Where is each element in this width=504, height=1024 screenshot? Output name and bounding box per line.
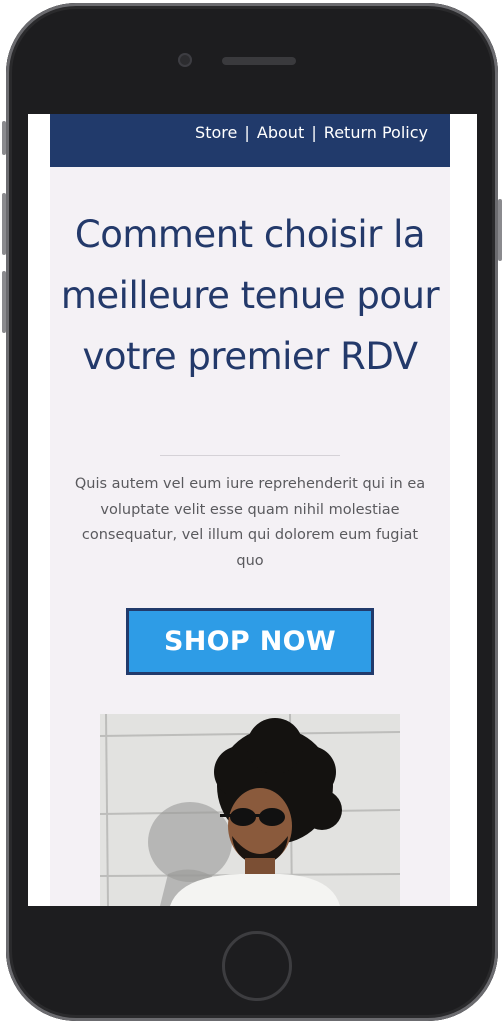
volume-up-button xyxy=(2,193,6,255)
nav-separator: | xyxy=(311,123,317,142)
power-button xyxy=(498,199,502,261)
nav-links: Store | About | Return Policy xyxy=(195,123,428,142)
phone-screen: Store | About | Return Policy Comment ch… xyxy=(28,114,477,906)
hero-photo-illustration xyxy=(100,714,400,906)
hero-photo xyxy=(100,714,400,906)
shop-now-button[interactable]: SHOP NOW xyxy=(126,608,374,675)
divider xyxy=(160,455,340,456)
front-camera xyxy=(178,53,192,67)
page-title: Comment choisir la meilleure tenue pour … xyxy=(60,213,440,378)
earpiece-speaker xyxy=(222,57,296,65)
mute-switch xyxy=(2,121,6,155)
intro-text: Quis autem vel eum iure reprehenderit qu… xyxy=(74,476,426,569)
nav-link-about[interactable]: About xyxy=(257,123,304,142)
nav-separator: | xyxy=(244,123,250,142)
nav-link-return-policy[interactable]: Return Policy xyxy=(324,123,428,142)
home-button[interactable] xyxy=(222,931,292,1001)
top-navbar: Store | About | Return Policy xyxy=(50,114,450,167)
nav-link-store[interactable]: Store xyxy=(195,123,237,142)
volume-down-button xyxy=(2,271,6,333)
email-content: Store | About | Return Policy Comment ch… xyxy=(50,114,450,906)
